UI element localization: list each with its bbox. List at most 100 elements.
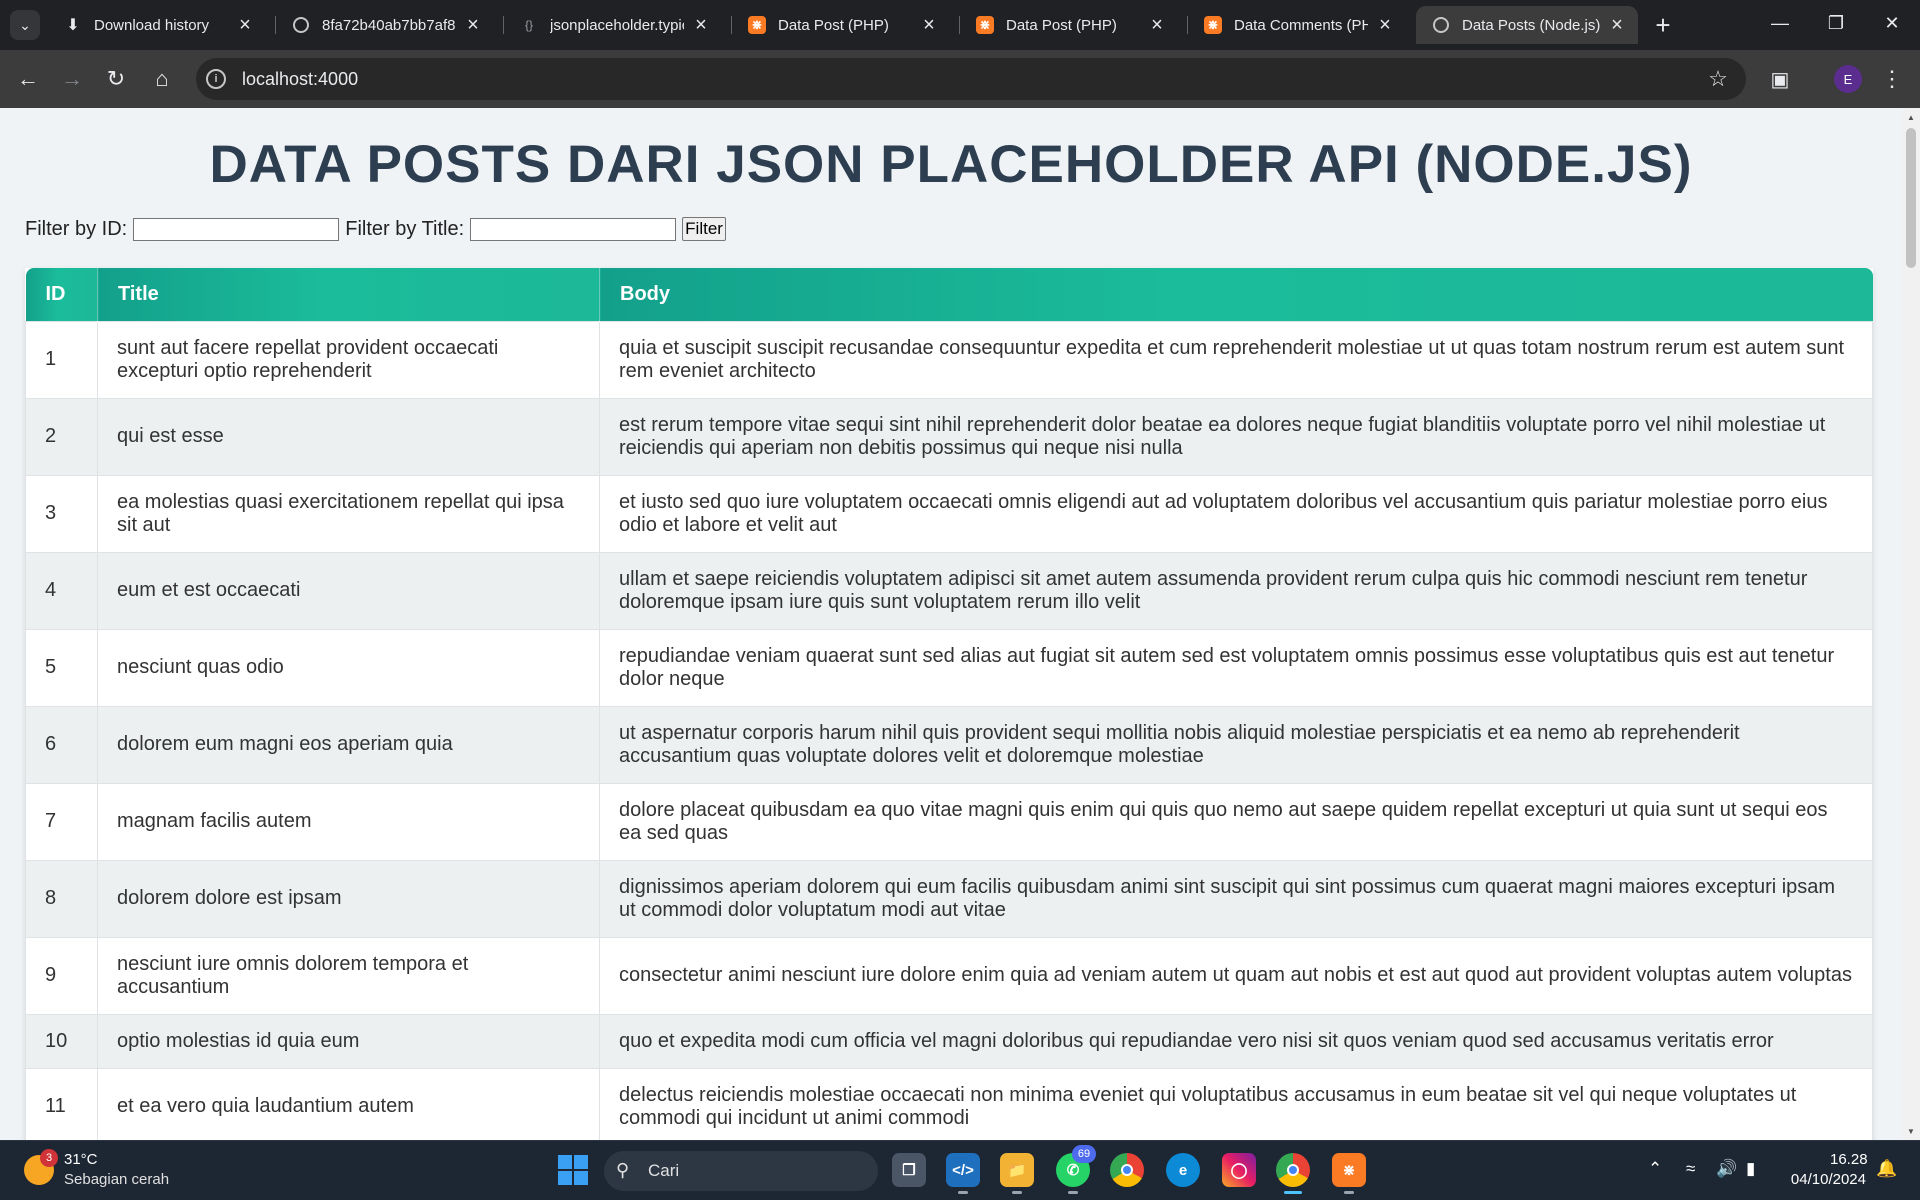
table-row: 6 dolorem eum magni eos aperiam quia ut … [25, 705, 1873, 784]
close-window-button[interactable]: ✕ [1864, 0, 1920, 46]
taskbar-search-box[interactable]: ⚲ Cari [604, 1151, 878, 1191]
chrome-icon [1287, 1164, 1299, 1176]
taskbar-file-explorer[interactable]: 📁 [1000, 1153, 1034, 1194]
volume-icon[interactable]: 🔊 [1716, 1159, 1737, 1179]
table-row: 7 magnam facilis autem dolore placeat qu… [25, 782, 1873, 861]
post-body: ullam et saepe reiciendis voluptatem adi… [599, 551, 1873, 630]
post-title: magnam facilis autem [97, 782, 600, 861]
tab-data-comments-php[interactable]: ⋇ Data Comments (PHI × [1188, 6, 1406, 44]
filter-title-input[interactable] [470, 217, 677, 241]
post-title: nesciunt iure omnis dolorem tempora et a… [97, 936, 600, 1015]
chevron-up-icon[interactable]: ⌃ [1648, 1159, 1662, 1179]
post-id: 2 [25, 397, 98, 476]
post-body: consectetur animi nesciunt iure dolore e… [599, 936, 1873, 1015]
reload-button[interactable]: ↻ [100, 63, 132, 95]
site-info-icon[interactable]: i [206, 69, 226, 89]
start-button[interactable] [558, 1155, 588, 1185]
close-icon[interactable]: × [1146, 14, 1168, 36]
restore-button[interactable]: ❐ [1808, 0, 1864, 46]
minimize-button[interactable]: — [1752, 0, 1808, 46]
post-title: dolorem dolore est ipsam [97, 859, 600, 938]
search-icon: ⚲ [616, 1160, 630, 1180]
tab-search-button[interactable]: ⌄ [10, 10, 40, 40]
table-row: 10 optio molestias id quia eum quo et ex… [25, 1013, 1873, 1069]
table-row: 4 eum et est occaecati ullam et saepe re… [25, 551, 1873, 630]
forward-button[interactable]: → [56, 63, 88, 95]
filter-id-input[interactable] [133, 217, 340, 241]
filter-button[interactable]: Filter [682, 217, 726, 241]
tab-title: Data Comments (PHI [1234, 16, 1368, 34]
clock-time[interactable]: 16.28 [1830, 1151, 1868, 1168]
post-title: ea molestias quasi exercitationem repell… [97, 474, 600, 553]
bookmark-star-icon[interactable]: ☆ [1704, 65, 1732, 93]
whatsapp-icon: ✆ [1066, 1162, 1080, 1179]
taskbar-chrome-profile[interactable] [1276, 1153, 1310, 1194]
windows-taskbar: 3 31°C Sebagian cerah ⚲ Cari ❐ </> 📁 ✆ 6… [0, 1140, 1920, 1200]
post-title: optio molestias id quia eum [97, 1013, 600, 1069]
close-icon[interactable]: × [690, 14, 712, 36]
url-text[interactable]: localhost:4000 [242, 69, 358, 90]
post-id: 6 [25, 705, 98, 784]
reload-icon: ↻ [106, 66, 126, 91]
scrollbar-thumb[interactable] [1906, 128, 1916, 268]
xampp-icon: ⋇ [976, 16, 994, 34]
whatsapp-unread-badge: 69 [1072, 1145, 1096, 1163]
tab-data-post-php-2[interactable]: ⋇ Data Post (PHP) × [960, 6, 1178, 44]
xampp-icon: ⋇ [748, 16, 766, 34]
extensions-button[interactable]: ▣ [1764, 63, 1796, 95]
plus-icon: + [1655, 9, 1671, 40]
post-title: nesciunt quas odio [97, 628, 600, 707]
tab-data-posts-nodejs[interactable]: Data Posts (Node.js) × [1416, 6, 1638, 44]
weather-notification-badge: 3 [40, 1149, 58, 1167]
taskbar-xampp[interactable]: ⋇ [1332, 1153, 1366, 1194]
address-bar[interactable]: i localhost:4000 ☆ [196, 58, 1746, 100]
task-view-icon: ❐ [902, 1162, 916, 1179]
scroll-up-arrow-icon[interactable]: ▲ [1906, 112, 1916, 122]
notification-bell-icon[interactable]: 🔔 [1876, 1159, 1897, 1179]
post-body: quia et suscipit suscipit recusandae con… [599, 320, 1873, 399]
back-button[interactable]: ← [12, 63, 44, 95]
post-body: delectus reiciendis molestiae occaecati … [599, 1067, 1873, 1140]
clock-date[interactable]: 04/10/2024 [1786, 1171, 1866, 1188]
download-icon: ⬇ [66, 17, 80, 34]
taskbar-edge[interactable]: e [1166, 1153, 1200, 1187]
table-row: 2 qui est esse est rerum tempore vitae s… [25, 397, 1873, 476]
profile-avatar[interactable]: E [1834, 65, 1862, 93]
arrow-right-icon: → [61, 66, 83, 91]
post-body: et iusto sed quo iure voluptatem occaeca… [599, 474, 1873, 553]
new-tab-button[interactable]: + [1648, 10, 1678, 40]
windows-logo-icon [558, 1155, 572, 1169]
tab-hash-page[interactable]: 8fa72b40ab7bb7af8 × [276, 6, 494, 44]
table-row: 8 dolorem dolore est ipsam dignissimos a… [25, 859, 1873, 938]
close-icon[interactable]: × [234, 14, 256, 36]
post-id: 10 [25, 1013, 98, 1069]
taskbar-vscode[interactable]: </> [946, 1153, 980, 1194]
browser-menu-button[interactable]: ⋮ [1876, 63, 1908, 95]
more-vert-icon: ⋮ [1881, 66, 1903, 91]
close-icon[interactable]: × [462, 14, 484, 36]
filter-id-label: Filter by ID: [25, 217, 128, 240]
scroll-down-arrow-icon[interactable]: ▼ [1906, 1126, 1916, 1136]
close-icon[interactable]: × [918, 14, 940, 36]
column-header-id: ID [25, 268, 98, 321]
battery-icon[interactable]: ▮ [1746, 1159, 1755, 1179]
tab-title: Download history [94, 16, 210, 34]
taskbar-instagram[interactable]: ◯ [1222, 1153, 1256, 1187]
post-body: est rerum tempore vitae sequi sint nihil… [599, 397, 1873, 476]
close-icon[interactable]: × [1374, 14, 1396, 36]
tab-jsonplaceholder[interactable]: {} jsonplaceholder.typic × [504, 6, 722, 44]
table-row: 11 et ea vero quia laudantium autem dele… [25, 1067, 1873, 1140]
close-icon[interactable]: × [1606, 14, 1628, 36]
task-view-button[interactable]: ❐ [892, 1153, 926, 1187]
taskbar-chrome[interactable] [1110, 1153, 1144, 1187]
home-button[interactable]: ⌂ [146, 63, 178, 95]
wifi-icon[interactable]: ≈ [1686, 1159, 1695, 1179]
tab-download-history[interactable]: ⬇ Download history × [48, 6, 266, 44]
weather-description: Sebagian cerah [64, 1171, 170, 1188]
post-id: 5 [25, 628, 98, 707]
tab-data-post-php-1[interactable]: ⋇ Data Post (PHP) × [732, 6, 950, 44]
post-body: ut aspernatur corporis harum nihil quis … [599, 705, 1873, 784]
page-scrollbar[interactable]: ▲ ▼ [1902, 108, 1920, 1140]
tab-title: Data Post (PHP) [778, 16, 889, 34]
table-header-row: ID Title Body [25, 268, 1873, 321]
